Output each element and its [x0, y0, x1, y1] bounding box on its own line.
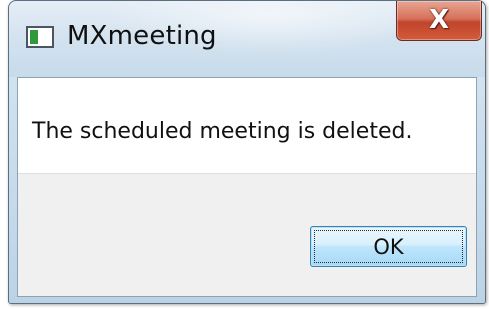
- close-button[interactable]: X: [396, 1, 482, 41]
- dialog-message: The scheduled meeting is deleted.: [32, 119, 413, 144]
- app-window-icon: [26, 26, 54, 48]
- title-bar[interactable]: MXmeeting X: [9, 1, 485, 77]
- window-title: MXmeeting: [67, 21, 217, 51]
- close-icon: X: [428, 5, 450, 35]
- message-dialog-window: MXmeeting X The scheduled meeting is del…: [8, 0, 486, 304]
- app-icon-bar: [30, 30, 38, 44]
- dialog-content: The scheduled meeting is deleted. OK: [17, 77, 477, 297]
- ok-button[interactable]: OK: [310, 226, 467, 267]
- ok-button-label: OK: [373, 235, 404, 259]
- dialog-footer: OK: [18, 173, 476, 296]
